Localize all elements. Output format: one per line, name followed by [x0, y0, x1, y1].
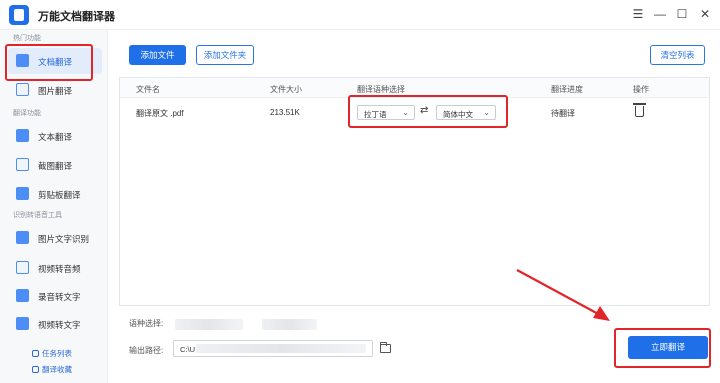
output-path-label: 输出路径: [129, 346, 164, 355]
header-filesize: 文件大小 [270, 85, 302, 94]
header-filename: 文件名 [136, 85, 160, 94]
highlight-language-selection [348, 95, 508, 128]
clipboard-translate-icon [16, 187, 29, 200]
highlight-translate-button [614, 328, 711, 368]
sidebar-item-video-to-audio[interactable]: 视频转音频 [8, 255, 102, 281]
sidebar-item-label: 图片文字识别 [38, 234, 90, 244]
row-filename: 翻译原文 .pdf [136, 109, 184, 118]
task-list-icon [32, 350, 39, 357]
sidebar: 热门功能 文档翻译 图片翻译 翻译功能 文本翻译 截图翻译 剪贴板翻译 识别转语… [0, 30, 108, 383]
header-actions: 操作 [633, 85, 649, 94]
header-language: 翻译语种选择 [357, 85, 405, 94]
sidebar-section-hot: 热门功能 [13, 35, 41, 42]
screenshot-translate-icon [16, 158, 29, 171]
sidebar-item-ocr[interactable]: 图片文字识别 [8, 225, 102, 251]
output-path-blurred [196, 344, 366, 353]
folder-icon[interactable] [379, 341, 391, 353]
output-path-field[interactable]: C:\U [173, 340, 373, 357]
app-logo-icon [9, 5, 29, 25]
sidebar-item-label: 文本翻译 [38, 132, 73, 142]
minimize-icon[interactable]: — [652, 6, 668, 22]
star-icon [32, 366, 39, 373]
record-to-text-icon [16, 289, 29, 302]
sidebar-item-label: 录音转文字 [38, 292, 81, 302]
close-icon[interactable]: ✕ [697, 6, 713, 22]
clear-list-button[interactable]: 清空列表 [650, 45, 705, 65]
sidebar-item-video-to-text[interactable]: 视频转文字 [8, 311, 102, 337]
menu-icon[interactable]: ☰ [630, 6, 646, 22]
row-filesize: 213.51K [270, 108, 300, 117]
image-translate-icon [16, 83, 29, 96]
sidebar-section-translate: 翻译功能 [13, 110, 41, 117]
sidebar-item-screenshot-translate[interactable]: 截图翻译 [8, 152, 102, 178]
language-label: 语种选择: [129, 319, 164, 328]
sidebar-item-label: 视频转音频 [38, 264, 81, 274]
title-bar: 万能文档翻译器 ☰ — ☐ ✕ [0, 0, 720, 30]
video-to-audio-icon [16, 261, 29, 274]
app-title: 万能文档翻译器 [38, 11, 115, 23]
language-value-blurred [262, 319, 317, 330]
sidebar-item-clipboard-translate[interactable]: 剪贴板翻译 [8, 181, 102, 207]
maximize-icon[interactable]: ☐ [674, 6, 690, 22]
sidebar-item-label: 图片翻译 [38, 86, 73, 96]
language-value-blurred [175, 319, 243, 330]
sidebar-item-label: 剪贴板翻译 [38, 190, 81, 200]
translation-favorites-link[interactable]: 翻译收藏 [32, 364, 72, 375]
task-list-link[interactable]: 任务列表 [32, 348, 72, 359]
highlight-document-translate [5, 44, 93, 81]
text-translate-icon [16, 129, 29, 142]
header-progress: 翻译进度 [551, 85, 583, 94]
sidebar-item-label: 截图翻译 [38, 161, 73, 171]
sidebar-item-record-to-text[interactable]: 录音转文字 [8, 283, 102, 309]
add-file-button[interactable]: 添加文件 [129, 45, 186, 65]
delete-icon[interactable] [633, 103, 646, 117]
row-progress: 待翻译 [551, 109, 575, 118]
ocr-icon [16, 231, 29, 244]
sidebar-item-text-translate[interactable]: 文本翻译 [8, 123, 102, 149]
sidebar-section-tools: 识别转语音工具 [13, 212, 62, 219]
sidebar-item-label: 视频转文字 [38, 320, 81, 330]
video-to-text-icon [16, 317, 29, 330]
add-folder-button[interactable]: 添加文件夹 [196, 45, 254, 65]
